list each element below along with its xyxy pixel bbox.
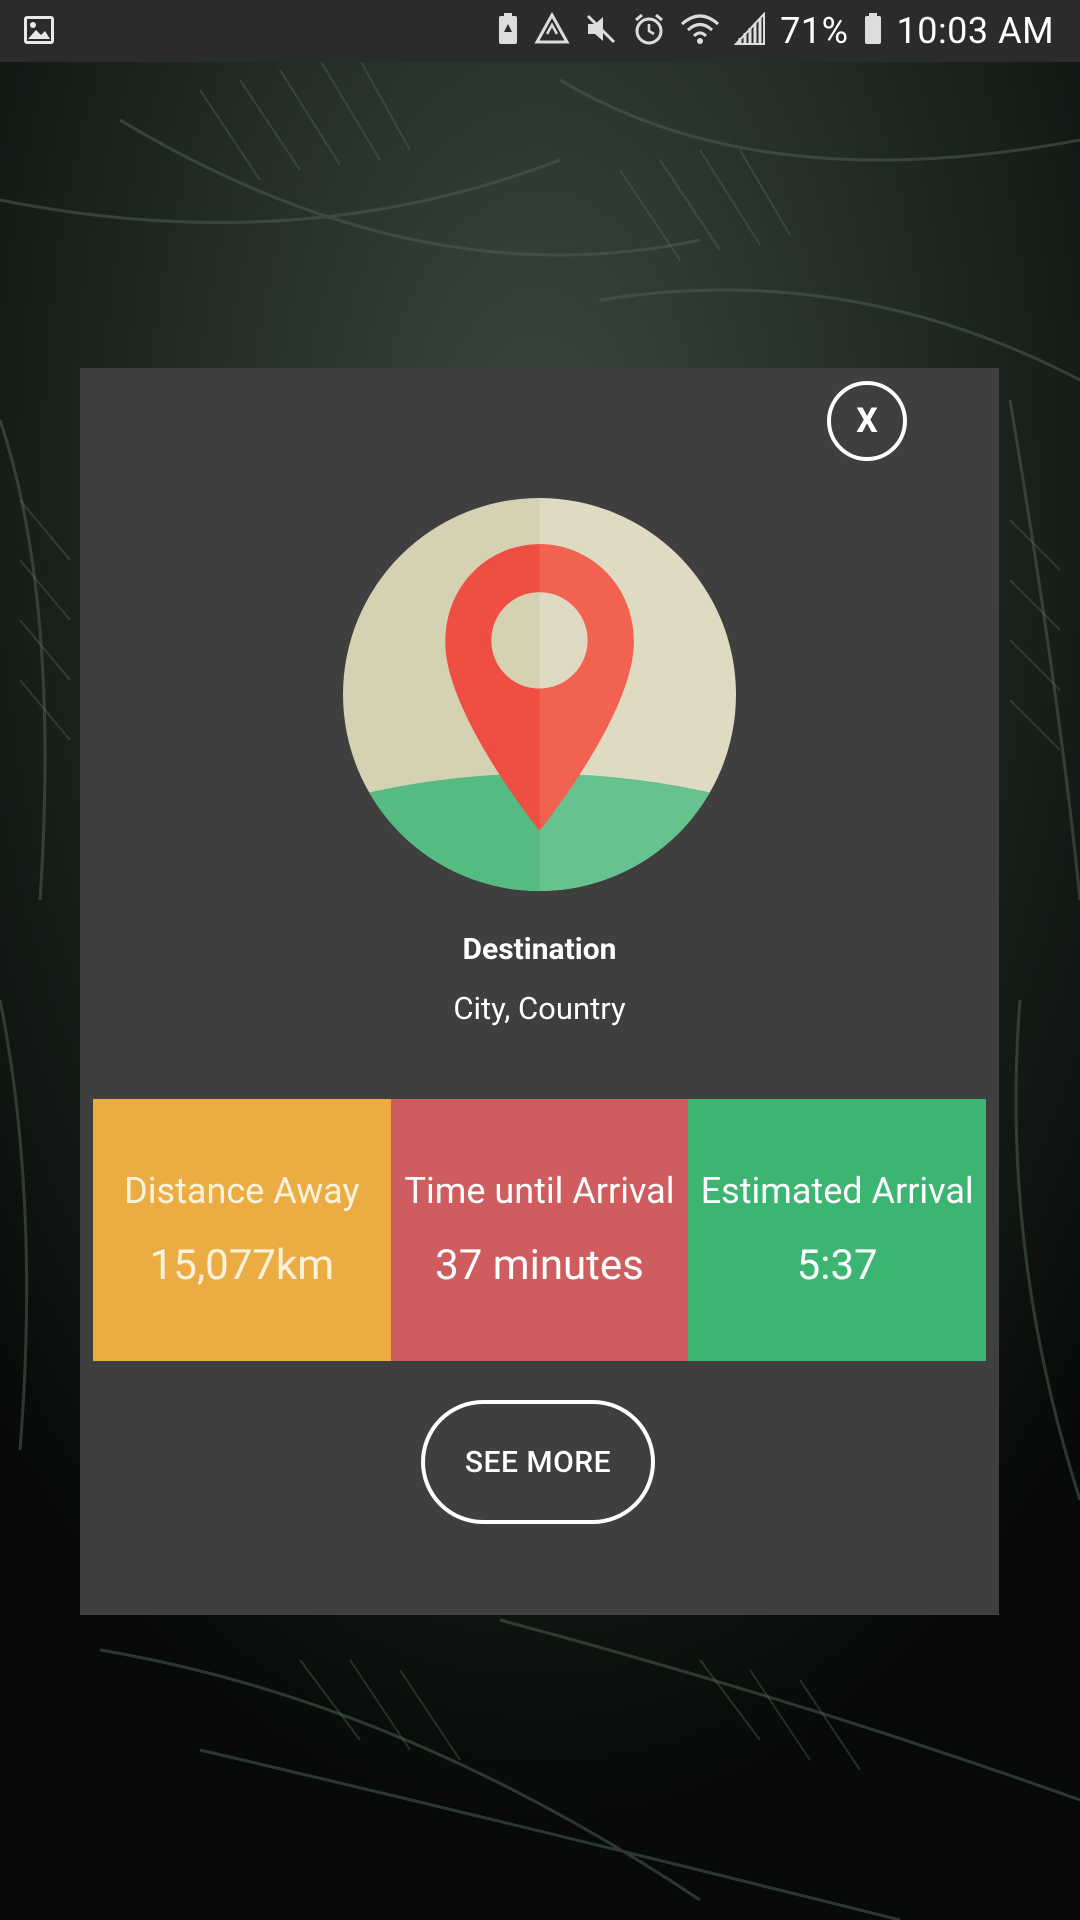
clock: 10:03 AM bbox=[896, 10, 1054, 52]
time-until-arrival-tile: Time until Arrival 37 minutes bbox=[390, 1099, 689, 1361]
estimated-arrival-label: Estimated Arrival bbox=[700, 1170, 974, 1212]
distance-label: Distance Away bbox=[124, 1170, 360, 1212]
see-more-label: SEE MORE bbox=[464, 1444, 612, 1480]
signal-icon bbox=[733, 11, 766, 50]
destination-subtitle: City, Country bbox=[453, 990, 626, 1027]
alarm-icon bbox=[632, 12, 666, 50]
time-until-arrival-value: 37 minutes bbox=[435, 1241, 644, 1290]
gallery-icon bbox=[22, 13, 56, 51]
trip-stats: Distance Away 15,077km Time until Arriva… bbox=[93, 1099, 987, 1361]
estimated-arrival-value: 5:37 bbox=[796, 1241, 878, 1290]
time-until-arrival-label: Time until Arrival bbox=[404, 1170, 675, 1212]
mute-icon bbox=[584, 12, 618, 50]
recycle-icon bbox=[534, 11, 570, 50]
distance-value: 15,077km bbox=[149, 1241, 335, 1290]
battery-icon bbox=[863, 12, 883, 50]
wifi-icon bbox=[680, 12, 720, 50]
see-more-button[interactable]: SEE MORE bbox=[421, 1400, 655, 1524]
estimated-arrival-tile: Estimated Arrival 5:37 bbox=[688, 1099, 987, 1361]
battery-saver-icon bbox=[496, 12, 520, 50]
location-pin-icon bbox=[343, 498, 736, 891]
status-bar: 71% 10:03 AM bbox=[0, 0, 1080, 62]
destination-title: Destination bbox=[462, 932, 617, 967]
close-button[interactable]: X bbox=[827, 381, 907, 461]
distance-stat-tile: Distance Away 15,077km bbox=[93, 1099, 391, 1361]
close-label: X bbox=[856, 401, 878, 441]
battery-percent: 71% bbox=[780, 10, 849, 52]
